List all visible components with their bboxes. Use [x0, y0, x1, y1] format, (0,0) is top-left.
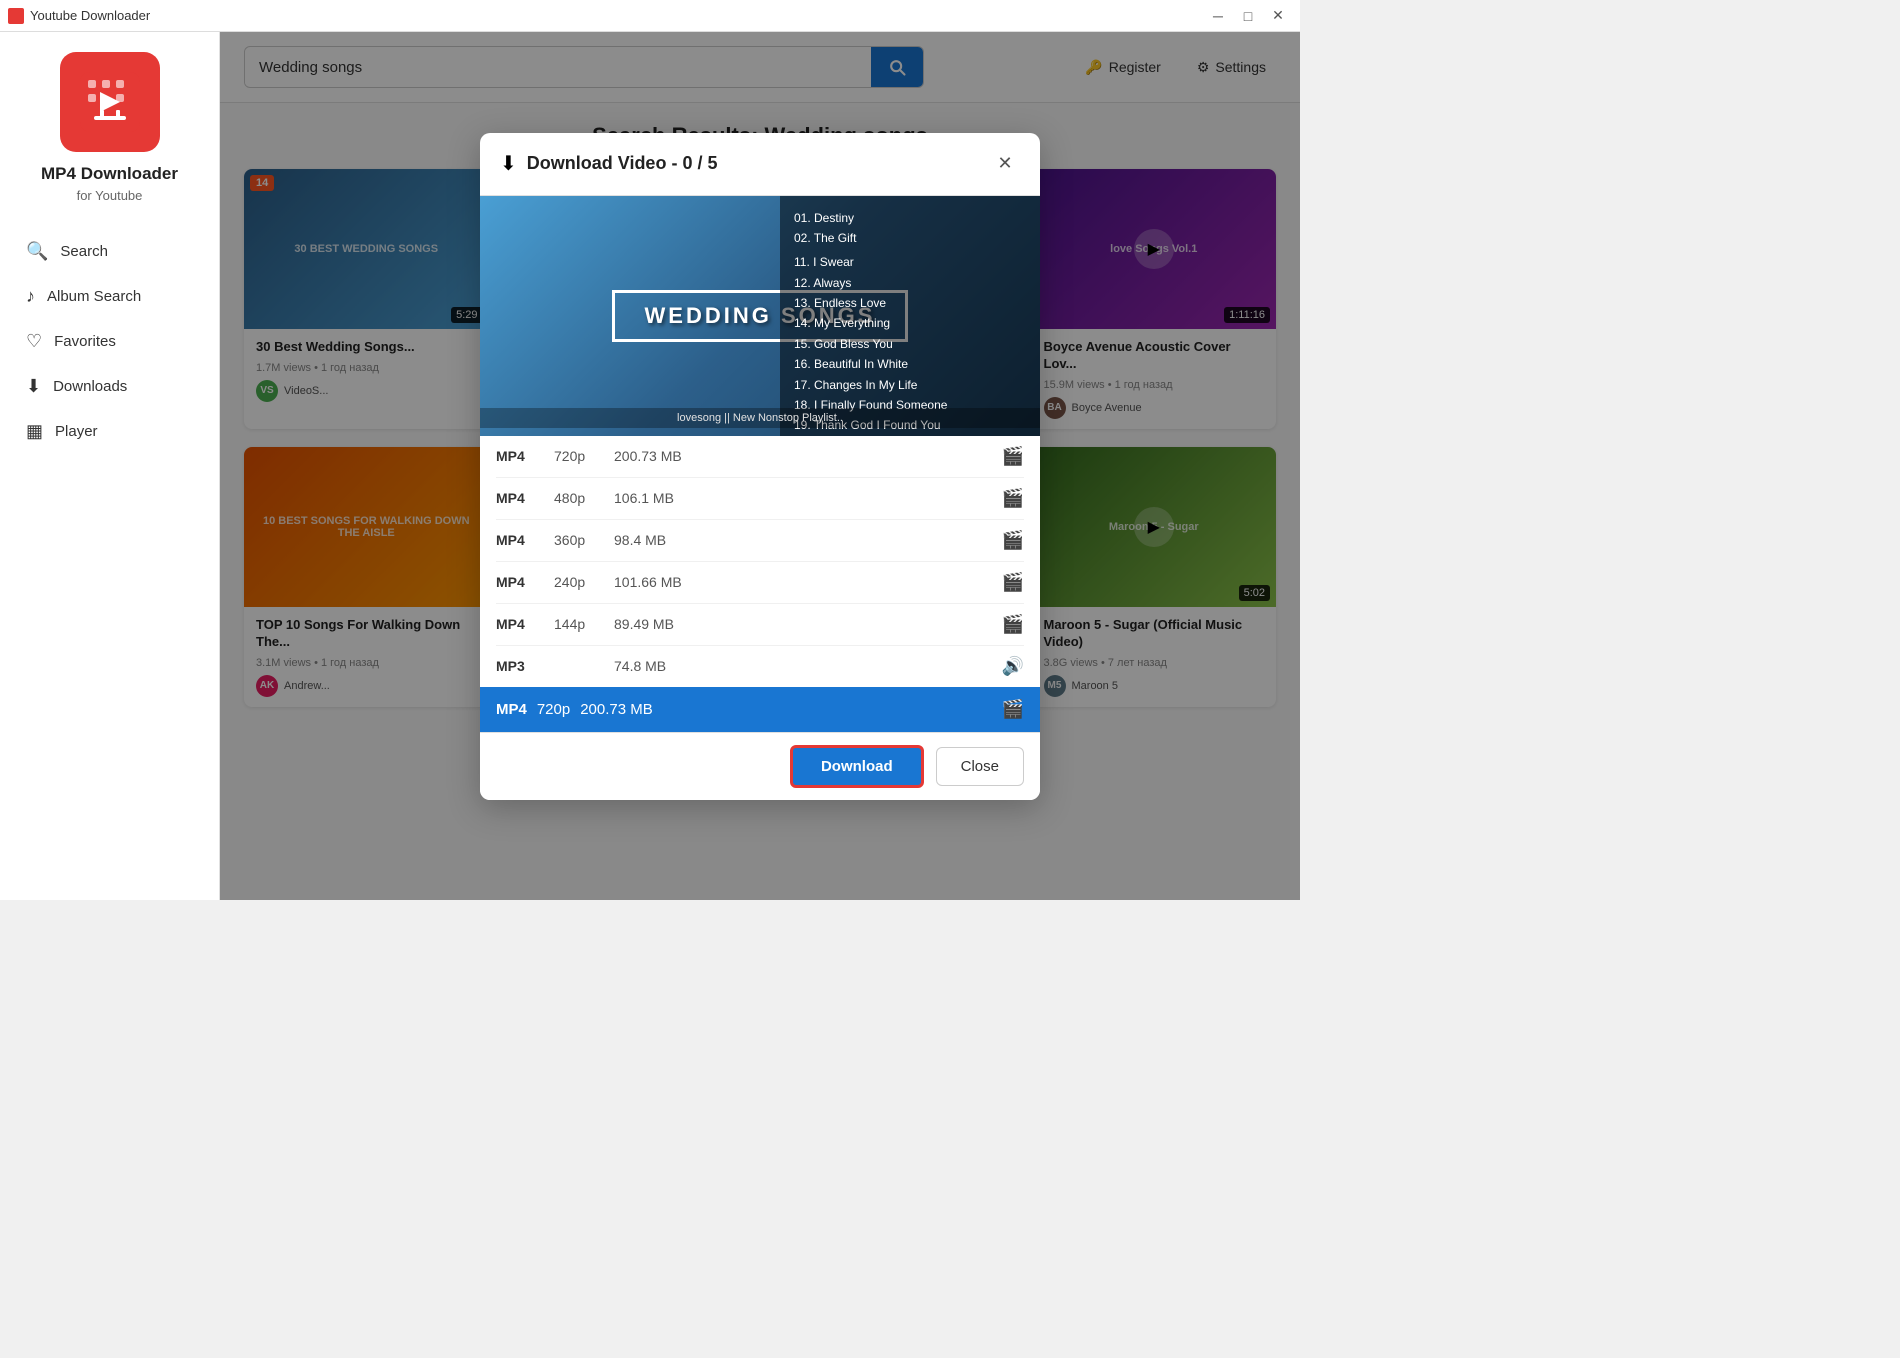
app-name: MP4 Downloader [41, 164, 178, 184]
sidebar-item-downloads[interactable]: ⬇ Downloads [12, 366, 207, 407]
sidebar-nav: 🔍 Search ♪ Album Search ♡ Favorites ⬇ Do… [0, 231, 219, 452]
download-modal: ⬇ Download Video - 0 / 5 ✕ WEDDING SONGS… [480, 133, 1040, 800]
sidebar-item-downloads-label: Downloads [53, 378, 127, 395]
minimize-button[interactable]: ─ [1204, 2, 1232, 30]
download-button[interactable]: Download [790, 745, 924, 788]
sidebar-item-player[interactable]: ▦ Player [12, 411, 207, 452]
download-icon: ⬇ [26, 376, 41, 397]
video-format-icon: 🎬 [1002, 614, 1024, 635]
format-quality: 720p [554, 448, 604, 464]
modal-overlay: ⬇ Download Video - 0 / 5 ✕ WEDDING SONGS… [220, 32, 1300, 900]
format-quality: 480p [554, 490, 604, 506]
modal-preview: WEDDING SONGS 01. Destiny 02. The Gift 1… [480, 196, 1040, 436]
window-controls: ─ □ ✕ [1204, 2, 1292, 30]
title-bar-left: Youtube Downloader [8, 8, 150, 24]
format-quality: 144p [554, 616, 604, 632]
format-size: 89.49 MB [614, 616, 704, 632]
app-title: Youtube Downloader [30, 8, 150, 23]
modal-title: Download Video - 0 / 5 [527, 153, 718, 174]
song-item: 14. My Everything [794, 313, 1026, 333]
format-quality: 360p [554, 532, 604, 548]
format-type: MP4 [496, 532, 544, 548]
format-quality: 240p [554, 574, 604, 590]
song-item: 15. God Bless You [794, 334, 1026, 354]
song-item: 12. Always [794, 273, 1026, 293]
sidebar-item-favorites-label: Favorites [54, 333, 116, 350]
format-type: MP3 [496, 658, 544, 674]
selected-size: 200.73 MB [580, 701, 653, 718]
format-type: MP4 [496, 616, 544, 632]
format-size: 101.66 MB [614, 574, 704, 590]
format-row-720p[interactable]: MP4 720p 200.73 MB 🎬 [496, 436, 1024, 478]
video-format-icon: 🎬 [1002, 572, 1024, 593]
sidebar-item-album-search[interactable]: ♪ Album Search [12, 276, 207, 317]
format-size: 200.73 MB [614, 448, 704, 464]
selected-quality: 720p [537, 701, 570, 718]
app-logo [60, 52, 160, 152]
selected-format-bar: MP4 720p 200.73 MB 🎬 [480, 687, 1040, 732]
format-type: MP4 [496, 448, 544, 464]
modal-header: ⬇ Download Video - 0 / 5 ✕ [480, 133, 1040, 196]
audio-format-icon: 🔊 [1002, 656, 1024, 677]
main-content: 🔑 Register ⚙ Settings Search Results: We… [220, 32, 1300, 900]
format-row-144p[interactable]: MP4 144p 89.49 MB 🎬 [496, 604, 1024, 646]
selected-type: MP4 [496, 701, 527, 718]
song-list-left: 01. Destiny 02. The Gift [794, 208, 1026, 249]
app-icon-small [8, 8, 24, 24]
song-item: 16. Beautiful In White [794, 354, 1026, 374]
title-bar: Youtube Downloader ─ □ ✕ [0, 0, 1300, 32]
close-button[interactable]: ✕ [1264, 2, 1292, 30]
video-format-icon: 🎬 [1002, 488, 1024, 509]
song-list-overlay: 01. Destiny 02. The Gift 11. I Swear 12.… [780, 196, 1040, 436]
download-icon-modal: ⬇ [500, 151, 517, 176]
video-format-icon: 🎬 [1002, 446, 1024, 467]
app-subtitle: for Youtube [77, 188, 143, 203]
format-list: MP4 720p 200.73 MB 🎬 MP4 480p 106.1 MB 🎬… [480, 436, 1040, 687]
format-type: MP4 [496, 574, 544, 590]
song-item: 01. Destiny [794, 208, 1026, 228]
sidebar-item-album-label: Album Search [47, 288, 141, 305]
modal-title-area: ⬇ Download Video - 0 / 5 [500, 151, 717, 176]
format-size: 74.8 MB [614, 658, 704, 674]
song-item: 13. Endless Love [794, 293, 1026, 313]
selected-format-icon: 🎬 [1002, 699, 1024, 720]
sidebar-item-search-label: Search [60, 243, 108, 260]
sidebar-item-player-label: Player [55, 423, 98, 440]
sidebar: MP4 Downloader for Youtube 🔍 Search ♪ Al… [0, 32, 220, 900]
sidebar-item-search[interactable]: 🔍 Search [12, 231, 207, 272]
heart-icon: ♡ [26, 331, 42, 352]
modal-footer: Download Close [480, 732, 1040, 800]
logo-icon [80, 72, 140, 132]
song-item: 17. Changes In My Life [794, 375, 1026, 395]
sidebar-item-favorites[interactable]: ♡ Favorites [12, 321, 207, 362]
format-type: MP4 [496, 490, 544, 506]
format-row-mp3[interactable]: MP3 74.8 MB 🔊 [496, 646, 1024, 687]
search-icon: 🔍 [26, 241, 48, 262]
video-format-icon: 🎬 [1002, 530, 1024, 551]
format-row-360p[interactable]: MP4 360p 98.4 MB 🎬 [496, 520, 1024, 562]
song-item: 11. I Swear [794, 252, 1026, 272]
maximize-button[interactable]: □ [1234, 2, 1262, 30]
format-size: 106.1 MB [614, 490, 704, 506]
modal-preview-title: lovesong || New Nonstop Playlist.. [480, 408, 1040, 428]
format-row-480p[interactable]: MP4 480p 106.1 MB 🎬 [496, 478, 1024, 520]
format-row-240p[interactable]: MP4 240p 101.66 MB 🎬 [496, 562, 1024, 604]
player-icon: ▦ [26, 421, 43, 442]
format-size: 98.4 MB [614, 532, 704, 548]
app-layout: MP4 Downloader for Youtube 🔍 Search ♪ Al… [0, 32, 1300, 900]
song-item: 02. The Gift [794, 228, 1026, 248]
modal-close-x-button[interactable]: ✕ [990, 149, 1020, 179]
music-icon: ♪ [26, 286, 35, 307]
close-modal-button[interactable]: Close [936, 747, 1024, 786]
